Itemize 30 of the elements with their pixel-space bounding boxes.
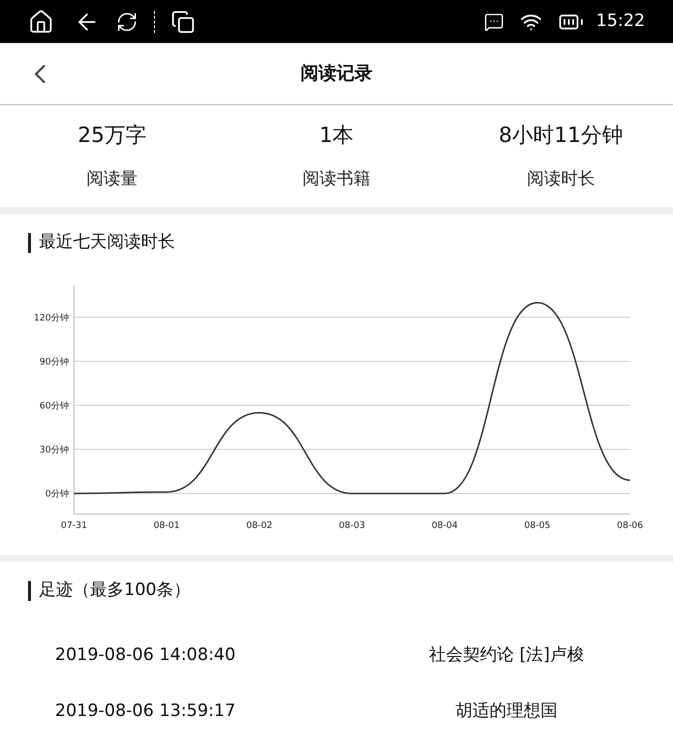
recent-apps-icon[interactable] bbox=[171, 10, 195, 34]
x-tick-label: 07-31 bbox=[60, 521, 88, 530]
y-tick-label: 120分钟 bbox=[34, 313, 69, 324]
stat-value: 8小时11分钟 bbox=[498, 122, 623, 148]
read-time: 2019-08-06 14:08:40 bbox=[54, 644, 237, 668]
x-tick-label: 08-04 bbox=[432, 521, 458, 530]
y-tick-label: 60分钟 bbox=[40, 401, 69, 412]
page-title: 阅读记录 bbox=[300, 62, 372, 86]
x-tick-label: 08-06 bbox=[616, 521, 644, 530]
stat-label: 阅读书籍 bbox=[302, 168, 370, 191]
stat-label: 阅读量 bbox=[86, 168, 138, 191]
stat-value: 1本 bbox=[319, 122, 354, 148]
x-tick-label: 08-03 bbox=[338, 521, 366, 530]
book-title: 胡适的理想国 bbox=[454, 700, 558, 724]
stat-value: 25万字 bbox=[78, 122, 147, 148]
x-tick-label: 08-01 bbox=[154, 521, 180, 530]
x-tick-label: 08-05 bbox=[524, 521, 550, 530]
refresh-icon[interactable] bbox=[116, 10, 138, 32]
y-tick-label: 90分钟 bbox=[40, 357, 69, 368]
section-title: 最近七天阅读时长 bbox=[39, 231, 175, 254]
stat-label: 阅读时长 bbox=[526, 168, 595, 191]
y-tick-label: 0分钟 bbox=[45, 489, 69, 500]
read-time: 2019-08-06 13:59:17 bbox=[54, 700, 237, 724]
book-title: 社会契约论 [法]卢梭 bbox=[428, 644, 585, 668]
message-icon bbox=[484, 12, 504, 32]
y-tick-label: 30分钟 bbox=[40, 445, 69, 456]
x-tick-label: 08-02 bbox=[246, 521, 272, 530]
home-icon[interactable] bbox=[28, 8, 54, 34]
clock-time: 15:22 bbox=[596, 10, 645, 33]
section-title: 足迹（最多100条） bbox=[39, 579, 190, 602]
